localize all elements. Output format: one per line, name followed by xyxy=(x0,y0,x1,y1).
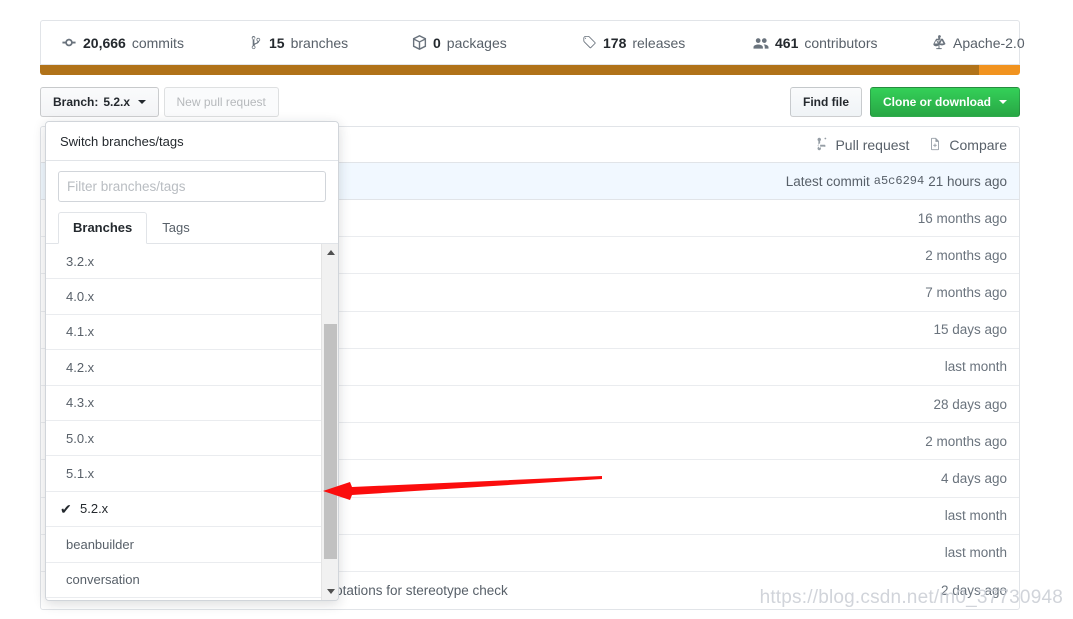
branch-list-item[interactable]: 3.2.x xyxy=(46,244,338,280)
dropdown-title: Switch branches/tags xyxy=(46,122,338,161)
git-pull-request-icon xyxy=(815,137,830,152)
language-bar xyxy=(40,65,1020,75)
branch-list: 3.2.x 4.0.x 4.1.x 4.2.x 4.3.x 5.0.x 5.1.x ✔ 5.2.… xyxy=(46,244,338,600)
scrollbar-up-arrow-icon[interactable] xyxy=(322,244,338,261)
branch-list-item[interactable]: 4.2.x xyxy=(46,350,338,386)
file-row-age: 2 months ago xyxy=(925,433,1007,449)
branch-list-scroll-area: 3.2.x 4.0.x 4.1.x 4.2.x 4.3.x 5.0.x 5.1.x ✔ 5.2.… xyxy=(46,244,338,600)
file-diff-icon xyxy=(929,137,944,152)
stat-commits[interactable]: 20,666 commits xyxy=(47,35,233,51)
repository-stats-container: 20,666 commits 15 branches 0 packages 17… xyxy=(40,20,1025,75)
branch-list-item-label: 5.2.x xyxy=(80,501,109,517)
file-row-age: 15 days ago xyxy=(933,322,1007,338)
latest-commit-label: Latest commit xyxy=(785,173,870,189)
file-row-age: last month xyxy=(944,545,1007,561)
branch-list-item[interactable]: ✔ 5.2.x xyxy=(46,492,338,528)
file-row-age: last month xyxy=(944,359,1007,375)
watermark-text: https://blog.csdn.net/m0_37730948 xyxy=(759,587,1063,608)
branch-list-item-label: conversation xyxy=(66,572,140,588)
latest-commit-sha[interactable]: a5c6294 xyxy=(874,174,924,188)
stat-branches[interactable]: 15 branches xyxy=(233,35,397,51)
file-row-age: 7 months ago xyxy=(925,284,1007,300)
stat-packages[interactable]: 0 packages xyxy=(397,35,567,51)
law-icon xyxy=(931,35,947,51)
branch-list-item-label: beanbuilder xyxy=(66,536,134,552)
file-row-age: 4 days ago xyxy=(940,470,1007,486)
tag-icon xyxy=(581,35,597,51)
stat-contributors[interactable]: 461 contributors xyxy=(739,35,917,51)
file-row-age: 2 months ago xyxy=(925,247,1007,263)
branch-select-button[interactable]: Branch: 5.2.x xyxy=(40,87,160,117)
stat-releases-label: releases xyxy=(632,34,686,51)
dropdown-filter-container xyxy=(46,161,338,202)
pull-request-link[interactable]: Pull request xyxy=(815,137,909,153)
find-file-button[interactable]: Find file xyxy=(790,87,862,117)
branch-list-item-label: 4.3.x xyxy=(66,395,95,411)
file-row-age: last month xyxy=(944,508,1007,524)
clone-or-download-label: Clone or download xyxy=(883,95,991,109)
branch-list-item[interactable]: 5.0.x xyxy=(46,421,338,457)
stat-contributors-label: contributors xyxy=(804,34,878,51)
check-icon: ✔ xyxy=(60,500,72,517)
stat-releases[interactable]: 178 releases xyxy=(567,35,739,51)
repository-toolbar: Branch: 5.2.x New pull request Find file… xyxy=(40,87,1020,117)
branch-filter-input[interactable] xyxy=(58,171,326,202)
stat-license[interactable]: Apache-2.0 xyxy=(917,35,1039,51)
clone-or-download-button[interactable]: Clone or download xyxy=(870,87,1020,117)
stat-packages-count: 0 xyxy=(433,34,441,51)
branch-list-item-label: 4.2.x xyxy=(66,359,95,375)
stat-commits-label: commits xyxy=(131,34,184,51)
new-pull-request-button[interactable]: New pull request xyxy=(163,87,279,117)
compare-label: Compare xyxy=(949,136,1007,153)
language-segment-other[interactable] xyxy=(978,65,1020,75)
repository-stats-bar: 20,666 commits 15 branches 0 packages 17… xyxy=(40,20,1025,65)
stat-packages-label: packages xyxy=(446,34,507,51)
branch-list-item[interactable]: 4.1.x xyxy=(46,315,338,351)
chevron-down-icon xyxy=(999,100,1007,104)
branch-list-item[interactable]: 5.1.x xyxy=(46,456,338,492)
branch-list-item-label: 4.1.x xyxy=(66,324,95,340)
branch-list-item-label: 5.1.x xyxy=(66,466,95,482)
tab-branches[interactable]: Branches xyxy=(58,212,148,244)
scrollbar-thumb[interactable] xyxy=(324,324,337,559)
file-row-age: 16 months ago xyxy=(917,210,1007,226)
branch-list-item-label: 4.0.x xyxy=(66,289,95,305)
commit-icon xyxy=(61,35,77,51)
dropdown-tabs: Branches Tags xyxy=(46,212,338,244)
branch-select-prefix: Branch: xyxy=(53,95,99,109)
pull-request-label: Pull request xyxy=(835,136,910,153)
scrollbar-down-arrow-icon[interactable] xyxy=(322,583,338,600)
stat-branches-count: 15 xyxy=(269,34,285,51)
toolbar-left-group: Branch: 5.2.x New pull request xyxy=(40,87,279,117)
branch-icon xyxy=(247,35,263,51)
stat-branches-label: branches xyxy=(290,34,349,51)
branch-list-item[interactable]: 4.0.x xyxy=(46,279,338,315)
stat-license-label: Apache-2.0 xyxy=(953,34,1025,51)
toolbar-right-group: Find file Clone or download xyxy=(790,87,1020,117)
branch-list-item-label: 3.2.x xyxy=(66,253,95,269)
stat-releases-count: 178 xyxy=(603,34,627,51)
github-repo-page: 20,666 commits 15 branches 0 packages 17… xyxy=(0,0,1073,619)
branch-list-item-label: 5.0.x xyxy=(66,430,95,446)
branch-list-item[interactable]: 4.3.x xyxy=(46,386,338,421)
branch-switch-dropdown: Switch branches/tags Branches Tags 3.2.x… xyxy=(45,121,339,601)
tab-tags[interactable]: Tags xyxy=(147,212,204,244)
language-segment-java[interactable] xyxy=(40,65,979,75)
branch-list-item[interactable]: conversation xyxy=(46,563,338,598)
branch-list-scrollbar[interactable] xyxy=(321,244,338,600)
compare-link[interactable]: Compare xyxy=(929,137,1007,153)
file-row-age: 28 days ago xyxy=(933,396,1007,412)
stat-commits-count: 20,666 xyxy=(83,34,126,51)
branch-list-item[interactable] xyxy=(46,598,338,600)
people-icon xyxy=(753,35,769,51)
branch-list-item[interactable]: beanbuilder xyxy=(46,527,338,563)
stat-contributors-count: 461 xyxy=(775,34,799,51)
package-icon xyxy=(411,35,427,51)
chevron-down-icon xyxy=(138,100,147,104)
branch-select-value: 5.2.x xyxy=(103,95,131,109)
latest-commit-age: 21 hours ago xyxy=(928,173,1007,189)
